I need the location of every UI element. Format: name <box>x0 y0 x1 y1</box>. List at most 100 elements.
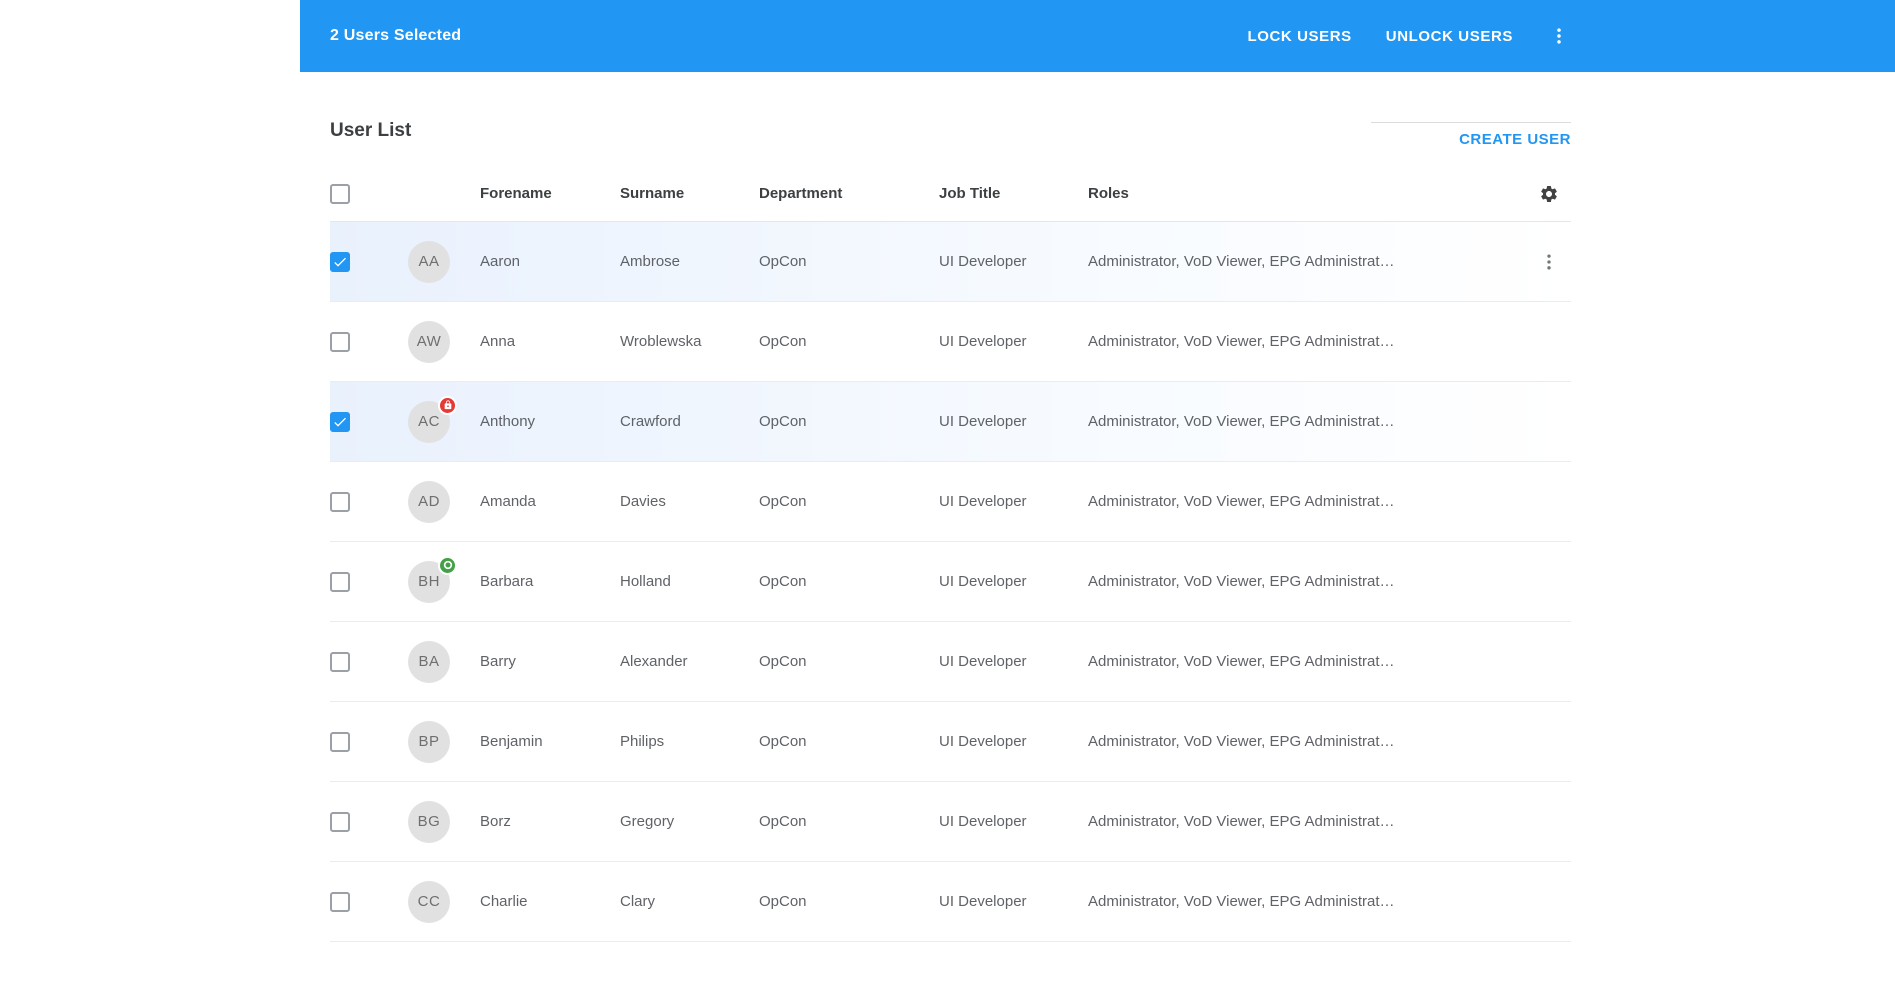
cell-department: OpCon <box>759 413 939 430</box>
table-row[interactable]: CC Charlie Clary OpCon UI Developer Admi… <box>330 862 1571 942</box>
cell-department: OpCon <box>759 733 939 750</box>
avatar-initials: AD <box>418 493 440 510</box>
cell-surname: Gregory <box>620 813 759 830</box>
table-row[interactable]: AD Amanda Davies OpCon UI Developer Admi… <box>330 462 1571 542</box>
column-header-surname: Surname <box>620 185 759 202</box>
cell-department: OpCon <box>759 653 939 670</box>
cell-forename: Aaron <box>480 253 620 270</box>
cell-department: OpCon <box>759 813 939 830</box>
cell-roles: Administrator, VoD Viewer, EPG Administr… <box>1088 493 1527 510</box>
locked-badge-icon <box>438 396 457 415</box>
cell-job-title: UI Developer <box>939 253 1088 270</box>
table-row[interactable]: AC Anthony Crawford OpCon UI Developer A… <box>330 382 1571 462</box>
cell-job-title: UI Developer <box>939 893 1088 910</box>
unlock-users-button[interactable]: UNLOCK USERS <box>1386 28 1513 45</box>
cell-forename: Borz <box>480 813 620 830</box>
table-row[interactable]: AA Aaron Ambrose OpCon UI Developer Admi… <box>330 222 1571 302</box>
avatar-initials: BH <box>418 573 440 590</box>
cell-department: OpCon <box>759 333 939 350</box>
cell-surname: Holland <box>620 573 759 590</box>
avatar: BA <box>408 641 450 683</box>
cell-job-title: UI Developer <box>939 333 1088 350</box>
page-title: User List <box>330 120 411 166</box>
table-row[interactable]: AW Anna Wroblewska OpCon UI Developer Ad… <box>330 302 1571 382</box>
avatar: BG <box>408 801 450 843</box>
avatar-initials: CC <box>418 893 441 910</box>
cell-department: OpCon <box>759 893 939 910</box>
cell-surname: Crawford <box>620 413 759 430</box>
selection-toolbar: 2 Users Selected LOCK USERS UNLOCK USERS <box>300 0 1895 72</box>
column-header-forename: Forename <box>480 185 620 202</box>
table-row[interactable]: BA Barry Alexander OpCon UI Developer Ad… <box>330 622 1571 702</box>
cell-surname: Clary <box>620 893 759 910</box>
avatar: BP <box>408 721 450 763</box>
row-checkbox[interactable] <box>330 812 350 832</box>
cell-forename: Anna <box>480 333 620 350</box>
row-checkbox[interactable] <box>330 492 350 512</box>
cell-roles: Administrator, VoD Viewer, EPG Administr… <box>1088 733 1527 750</box>
avatar-initials: AA <box>418 253 439 270</box>
avatar: AD <box>408 481 450 523</box>
row-menu-icon[interactable] <box>1537 250 1561 274</box>
page-header-actions: CREATE USER <box>1371 101 1571 166</box>
select-all-checkbox[interactable] <box>330 184 350 204</box>
cell-forename: Amanda <box>480 493 620 510</box>
cell-forename: Benjamin <box>480 733 620 750</box>
selection-count-label: 2 Users Selected <box>330 27 461 45</box>
cell-surname: Philips <box>620 733 759 750</box>
table-row[interactable]: BG Borz Gregory OpCon UI Developer Admin… <box>330 782 1571 862</box>
row-checkbox[interactable] <box>330 252 350 272</box>
row-checkbox[interactable] <box>330 412 350 432</box>
cell-roles: Administrator, VoD Viewer, EPG Administr… <box>1088 253 1527 270</box>
cell-department: OpCon <box>759 253 939 270</box>
row-checkbox[interactable] <box>330 572 350 592</box>
table-row[interactable]: BP Benjamin Philips OpCon UI Developer A… <box>330 702 1571 782</box>
gear-icon[interactable] <box>1538 183 1560 205</box>
lock-users-button[interactable]: LOCK USERS <box>1247 28 1351 45</box>
column-header-job-title: Job Title <box>939 185 1088 202</box>
page-header: User List CREATE USER <box>330 72 1571 166</box>
cell-forename: Barbara <box>480 573 620 590</box>
cell-job-title: UI Developer <box>939 573 1088 590</box>
user-list-page: User List CREATE USER Forename Surname D… <box>330 72 1571 942</box>
table-row[interactable]: BH Barbara Holland OpCon UI Developer Ad… <box>330 542 1571 622</box>
avatar-initials: AC <box>418 413 440 430</box>
avatar: AW <box>408 321 450 363</box>
cell-surname: Ambrose <box>620 253 759 270</box>
column-header-roles: Roles <box>1088 185 1527 202</box>
cell-forename: Charlie <box>480 893 620 910</box>
avatar: AC <box>408 401 450 443</box>
cell-roles: Administrator, VoD Viewer, EPG Administr… <box>1088 653 1527 670</box>
table-header: Forename Surname Department Job Title Ro… <box>330 166 1571 222</box>
cell-roles: Administrator, VoD Viewer, EPG Administr… <box>1088 893 1527 910</box>
row-checkbox[interactable] <box>330 732 350 752</box>
row-checkbox[interactable] <box>330 332 350 352</box>
table-body: AA Aaron Ambrose OpCon UI Developer Admi… <box>330 222 1571 942</box>
avatar: AA <box>408 241 450 283</box>
cell-job-title: UI Developer <box>939 813 1088 830</box>
avatar-initials: BP <box>418 733 439 750</box>
toolbar-overflow-menu-icon[interactable] <box>1547 24 1571 48</box>
cell-roles: Administrator, VoD Viewer, EPG Administr… <box>1088 813 1527 830</box>
row-checkbox[interactable] <box>330 892 350 912</box>
cell-surname: Davies <box>620 493 759 510</box>
avatar-initials: AW <box>417 333 442 350</box>
search-input[interactable] <box>1371 101 1571 123</box>
cell-job-title: UI Developer <box>939 493 1088 510</box>
active-badge-icon <box>438 556 457 575</box>
toolbar-actions: LOCK USERS UNLOCK USERS <box>1247 24 1571 48</box>
avatar-initials: BA <box>418 653 439 670</box>
cell-surname: Alexander <box>620 653 759 670</box>
avatar: BH <box>408 561 450 603</box>
cell-job-title: UI Developer <box>939 413 1088 430</box>
cell-roles: Administrator, VoD Viewer, EPG Administr… <box>1088 413 1527 430</box>
cell-department: OpCon <box>759 493 939 510</box>
cell-surname: Wroblewska <box>620 333 759 350</box>
row-checkbox[interactable] <box>330 652 350 672</box>
cell-roles: Administrator, VoD Viewer, EPG Administr… <box>1088 573 1527 590</box>
create-user-button[interactable]: CREATE USER <box>1459 131 1571 148</box>
cell-department: OpCon <box>759 573 939 590</box>
cell-forename: Anthony <box>480 413 620 430</box>
cell-job-title: UI Developer <box>939 653 1088 670</box>
cell-forename: Barry <box>480 653 620 670</box>
